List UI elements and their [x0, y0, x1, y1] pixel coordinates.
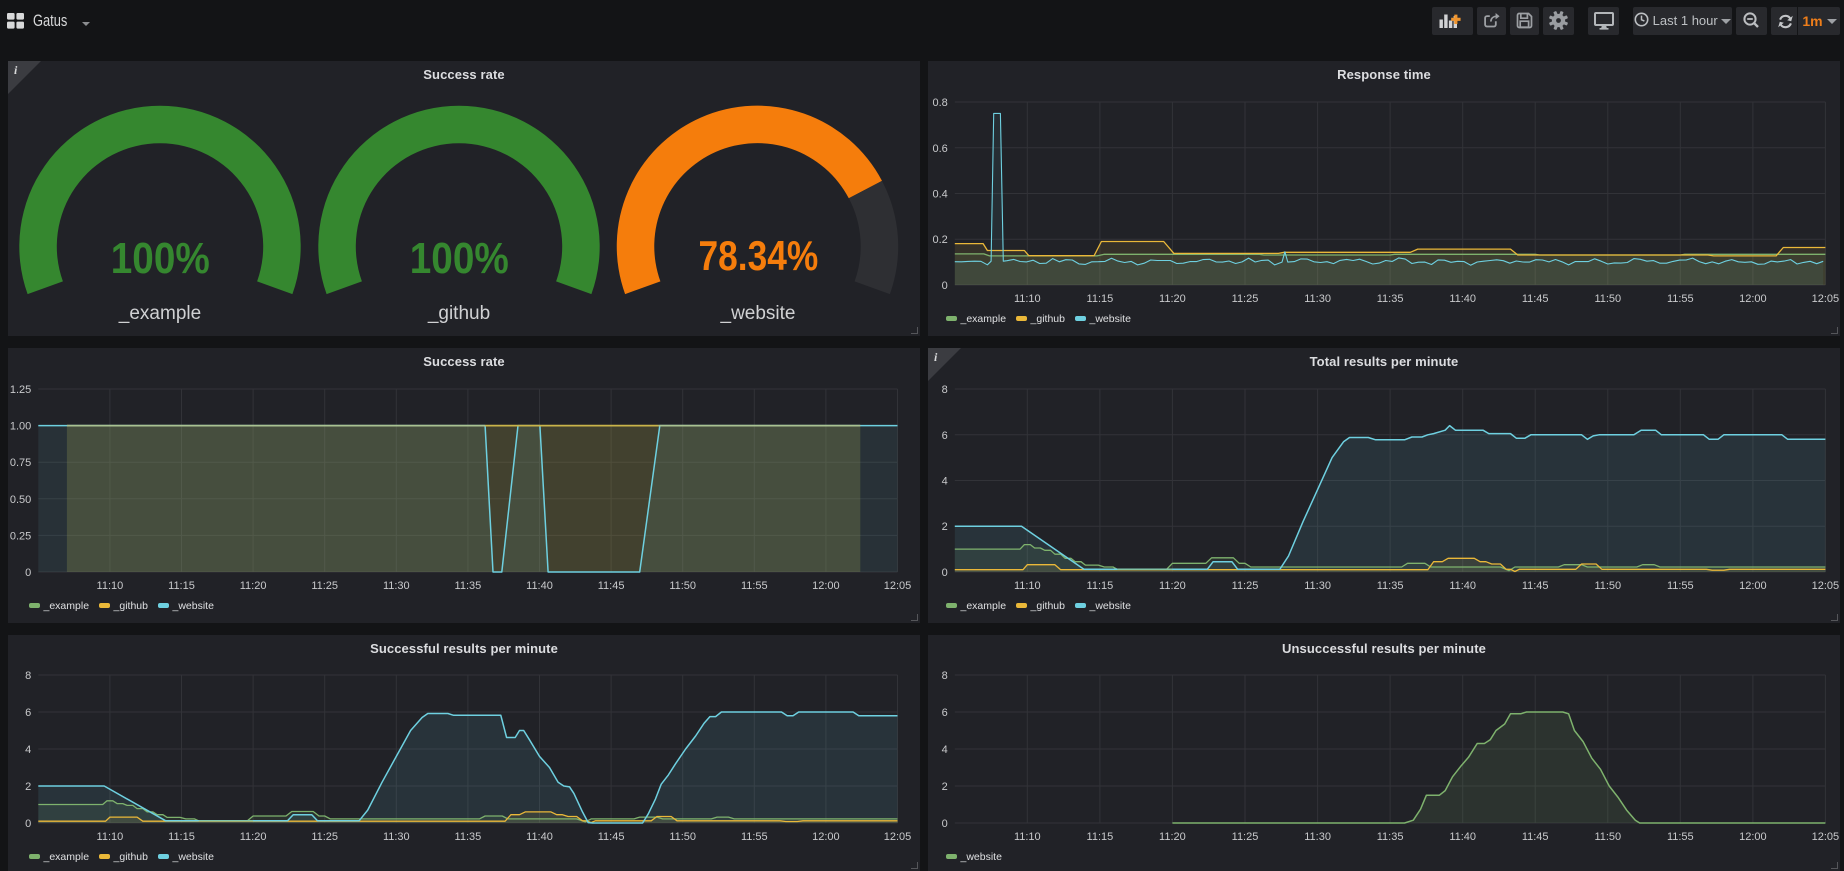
svg-text:11:55: 11:55: [1667, 293, 1694, 305]
svg-text:8: 8: [942, 384, 948, 396]
svg-text:11:20: 11:20: [1159, 831, 1186, 843]
svg-text:11:30: 11:30: [1304, 831, 1331, 843]
svg-text:4: 4: [942, 744, 948, 756]
svg-text:11:25: 11:25: [1232, 580, 1259, 592]
svg-text:6: 6: [942, 707, 948, 719]
svg-text:0: 0: [942, 280, 948, 292]
svg-text:8: 8: [25, 670, 31, 682]
svg-text:12:05: 12:05: [1812, 293, 1840, 305]
svg-text:11:50: 11:50: [669, 580, 696, 592]
svg-text:2: 2: [25, 781, 31, 793]
svg-text:11:15: 11:15: [1087, 580, 1114, 592]
svg-text:11:25: 11:25: [311, 580, 338, 592]
svg-text:12:05: 12:05: [884, 580, 912, 592]
svg-text:12:00: 12:00: [1739, 293, 1767, 305]
svg-text:11:10: 11:10: [1014, 293, 1041, 305]
svg-text:0.75: 0.75: [10, 457, 31, 469]
svg-text:1.00: 1.00: [10, 421, 31, 433]
svg-text:0.8: 0.8: [933, 97, 948, 109]
svg-text:11:15: 11:15: [1087, 831, 1114, 843]
svg-text:12:05: 12:05: [884, 831, 912, 843]
svg-text:11:35: 11:35: [455, 831, 482, 843]
svg-text:11:55: 11:55: [741, 580, 768, 592]
svg-text:11:10: 11:10: [1014, 580, 1041, 592]
svg-text:11:25: 11:25: [1232, 293, 1259, 305]
svg-text:0: 0: [25, 818, 31, 830]
svg-text:0: 0: [942, 567, 948, 579]
svg-text:11:15: 11:15: [168, 831, 195, 843]
svg-text:0.25: 0.25: [10, 530, 31, 542]
svg-text:11:55: 11:55: [1667, 831, 1694, 843]
svg-text:6: 6: [25, 707, 31, 719]
svg-text:11:40: 11:40: [1449, 293, 1476, 305]
svg-text:4: 4: [25, 744, 31, 756]
svg-text:11:45: 11:45: [1522, 831, 1549, 843]
svg-text:12:00: 12:00: [812, 831, 840, 843]
svg-text:11:50: 11:50: [1594, 293, 1621, 305]
svg-text:6: 6: [942, 430, 948, 442]
svg-text:11:40: 11:40: [1449, 580, 1476, 592]
svg-text:11:15: 11:15: [1087, 293, 1114, 305]
svg-text:11:30: 11:30: [1304, 580, 1331, 592]
svg-text:12:00: 12:00: [812, 580, 840, 592]
svg-text:11:35: 11:35: [1377, 831, 1404, 843]
svg-text:11:25: 11:25: [1232, 831, 1259, 843]
svg-text:11:30: 11:30: [383, 580, 410, 592]
svg-text:0.50: 0.50: [10, 494, 31, 506]
svg-text:11:30: 11:30: [1304, 293, 1331, 305]
svg-text:11:45: 11:45: [598, 580, 625, 592]
svg-text:8: 8: [942, 670, 948, 682]
svg-text:0: 0: [942, 818, 948, 830]
svg-text:11:10: 11:10: [97, 831, 124, 843]
svg-text:12:05: 12:05: [1812, 831, 1840, 843]
svg-text:11:55: 11:55: [741, 831, 768, 843]
svg-text:12:05: 12:05: [1812, 580, 1840, 592]
svg-text:11:35: 11:35: [1377, 293, 1404, 305]
svg-text:11:35: 11:35: [455, 580, 482, 592]
svg-text:11:35: 11:35: [1377, 580, 1404, 592]
svg-text:11:50: 11:50: [1594, 580, 1621, 592]
svg-text:11:45: 11:45: [1522, 580, 1549, 592]
svg-text:11:50: 11:50: [669, 831, 696, 843]
svg-text:11:15: 11:15: [168, 580, 195, 592]
svg-text:11:20: 11:20: [1159, 293, 1186, 305]
svg-text:12:00: 12:00: [1739, 580, 1767, 592]
svg-text:11:45: 11:45: [598, 831, 625, 843]
svg-text:11:10: 11:10: [1014, 831, 1041, 843]
svg-text:11:40: 11:40: [526, 580, 553, 592]
svg-text:11:40: 11:40: [526, 831, 553, 843]
svg-text:1.25: 1.25: [10, 384, 31, 396]
svg-text:0.6: 0.6: [933, 143, 948, 155]
svg-text:0: 0: [25, 567, 31, 579]
svg-text:11:20: 11:20: [240, 831, 267, 843]
svg-text:2: 2: [942, 781, 948, 793]
svg-text:11:10: 11:10: [97, 580, 124, 592]
svg-text:11:20: 11:20: [1159, 580, 1186, 592]
svg-text:4: 4: [942, 476, 948, 488]
svg-text:11:40: 11:40: [1449, 831, 1476, 843]
svg-text:11:55: 11:55: [1667, 580, 1694, 592]
svg-text:12:00: 12:00: [1739, 831, 1767, 843]
svg-text:0.4: 0.4: [933, 189, 948, 201]
svg-text:11:30: 11:30: [383, 831, 410, 843]
svg-text:11:25: 11:25: [311, 831, 338, 843]
svg-text:0.2: 0.2: [933, 234, 948, 246]
svg-text:11:50: 11:50: [1594, 831, 1621, 843]
svg-text:2: 2: [942, 521, 948, 533]
svg-text:11:20: 11:20: [240, 580, 267, 592]
svg-text:11:45: 11:45: [1522, 293, 1549, 305]
